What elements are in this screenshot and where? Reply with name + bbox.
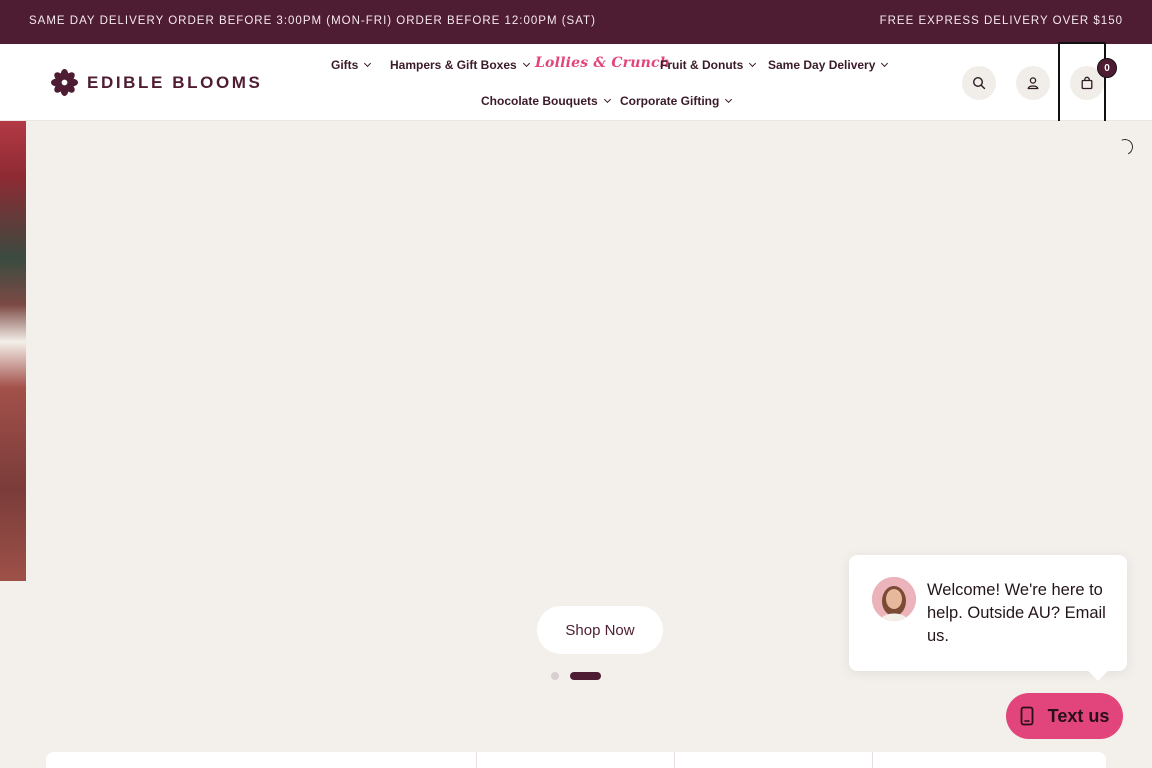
shop-now-button[interactable]: Shop Now <box>537 606 663 654</box>
strip-divider <box>476 752 477 768</box>
chevron-down-icon <box>881 59 889 67</box>
strip-divider <box>872 752 873 768</box>
brand-name: EDIBLE BLOOMS <box>87 72 263 92</box>
phone-icon <box>1020 706 1034 726</box>
nav-chocolate-label: Chocolate Bouquets <box>481 94 598 108</box>
nav-gifts-label: Gifts <box>331 58 359 72</box>
nav-fruit-label: Fruit & Donuts <box>660 58 744 72</box>
nav-fruit-donuts[interactable]: Fruit & Donuts <box>660 58 757 72</box>
chevron-down-icon <box>749 59 757 67</box>
agent-avatar <box>872 577 916 621</box>
chevron-down-icon <box>522 59 530 67</box>
nav-chocolate-bouquets[interactable]: Chocolate Bouquets <box>481 94 611 108</box>
chevron-down-icon <box>364 59 372 67</box>
account-icon <box>1027 77 1039 90</box>
chat-welcome-popup[interactable]: Welcome! We're here to help. Outside AU?… <box>849 555 1127 671</box>
search-icon <box>972 76 986 90</box>
chevron-down-icon <box>725 95 733 103</box>
chat-welcome-message: Welcome! We're here to help. Outside AU?… <box>927 581 1106 645</box>
text-us-button[interactable]: Text us <box>1006 693 1123 739</box>
nav-corporate-gifting[interactable]: Corporate Gifting <box>620 94 733 108</box>
previous-slide-peek[interactable] <box>0 121 26 581</box>
search-button[interactable] <box>962 66 996 100</box>
nav-corporate-label: Corporate Gifting <box>620 94 720 108</box>
cart-focus-ring <box>1058 42 1106 123</box>
chevron-down-icon <box>603 95 611 103</box>
brand-logo[interactable]: EDIBLE BLOOMS <box>51 69 262 96</box>
nav-hampers-label: Hampers & Gift Boxes <box>390 58 517 72</box>
flower-logo-icon <box>51 69 78 96</box>
carousel-dot-2-active[interactable] <box>570 672 601 680</box>
nav-gifts[interactable]: Gifts <box>331 58 372 72</box>
feature-strip <box>46 752 1106 768</box>
announcement-free-delivery: FREE EXPRESS DELIVERY OVER $150 <box>879 15 1123 27</box>
carousel-dot-1[interactable] <box>551 672 559 680</box>
announcement-delivery-cutoff: SAME DAY DELIVERY ORDER BEFORE 3:00PM (M… <box>29 15 596 27</box>
nav-lollies-crunch[interactable]: Lollies & Crunch <box>535 55 670 71</box>
nav-same-day-label: Same Day Delivery <box>768 58 876 72</box>
nav-hampers[interactable]: Hampers & Gift Boxes <box>390 58 530 72</box>
nav-same-day-delivery[interactable]: Same Day Delivery <box>768 58 889 72</box>
text-us-label: Text us <box>1047 705 1110 726</box>
account-button[interactable] <box>1016 66 1050 100</box>
cart-count-badge: 0 <box>1097 58 1117 78</box>
announcement-bar: SAME DAY DELIVERY ORDER BEFORE 3:00PM (M… <box>0 0 1152 44</box>
strip-divider <box>674 752 675 768</box>
